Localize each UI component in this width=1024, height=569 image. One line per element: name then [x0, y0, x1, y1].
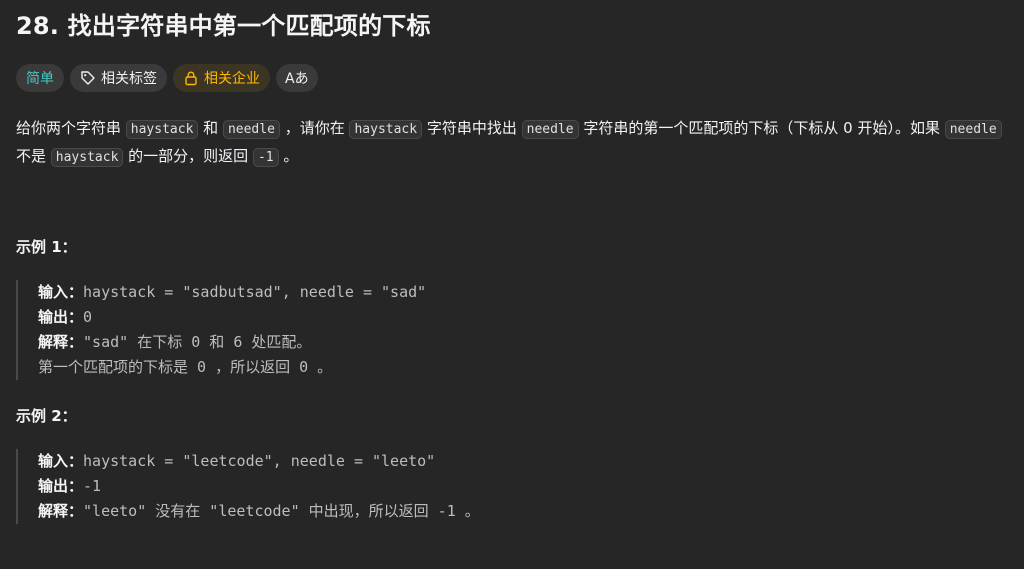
- inline-code-haystack: haystack: [349, 120, 423, 139]
- statement-text: 的一部分，则返回: [123, 147, 253, 165]
- example-2-title: 示例 2：: [16, 407, 77, 425]
- example-2-input: 输入：haystack = "leetcode", needle = "leet…: [38, 449, 480, 474]
- output-value: -1: [83, 477, 102, 495]
- inline-code-haystack: haystack: [125, 120, 199, 139]
- statement-text: 字符串的第一个匹配项的下标（下标从 0 开始）。如果: [578, 119, 945, 137]
- explanation-label: 解释：: [38, 333, 84, 351]
- inline-code-needle: needle: [521, 120, 579, 139]
- input-label: 输入：: [38, 283, 84, 301]
- difficulty-badge: 简单: [16, 64, 64, 92]
- statement-text: ，请你在: [279, 119, 350, 137]
- problem-title[interactable]: 28. 找出字符串中第一个匹配项的下标: [16, 8, 431, 44]
- example-1-output: 输出：0: [38, 305, 426, 330]
- tag-bar: 简单 相关标签 相关企业 Aあ: [16, 64, 318, 92]
- inline-code-needle: needle: [944, 120, 1002, 139]
- font-language-button[interactable]: Aあ: [276, 64, 318, 92]
- input-value: haystack = "leetcode", needle = "leeto": [83, 452, 436, 470]
- lock-icon: [183, 70, 199, 86]
- example-1-input: 输入：haystack = "sadbutsad", needle = "sad…: [38, 280, 426, 305]
- example-1-title: 示例 1：: [16, 238, 77, 256]
- example-1-block: 输入：haystack = "sadbutsad", needle = "sad…: [16, 280, 426, 380]
- statement-text: 给你两个字符串: [16, 119, 126, 137]
- problem-description-panel: 28. 找出字符串中第一个匹配项的下标 简单 相关标签 相关企业 Aあ 给你两个…: [0, 0, 1024, 569]
- output-label: 输出：: [38, 308, 84, 326]
- explanation-value: "leeto" 没有在 "leetcode" 中出现，所以返回 -1 。: [83, 502, 480, 520]
- example-2-explanation: 解释："leeto" 没有在 "leetcode" 中出现，所以返回 -1 。: [38, 499, 480, 524]
- example-1-explanation-2: 第一个匹配项的下标是 0 ，所以返回 0 。: [38, 358, 333, 376]
- example-1-explanation: 解释："sad" 在下标 0 和 6 处匹配。: [38, 330, 426, 355]
- explanation-label: 解释：: [38, 502, 84, 520]
- statement-text: 字符串中找出: [422, 119, 522, 137]
- output-value: 0: [83, 308, 93, 326]
- related-tags-label: 相关标签: [101, 71, 157, 87]
- related-tags-button[interactable]: 相关标签: [70, 64, 167, 92]
- input-label: 输入：: [38, 452, 84, 470]
- related-companies-button[interactable]: 相关企业: [173, 64, 270, 92]
- example-2-block: 输入：haystack = "leetcode", needle = "leet…: [16, 449, 480, 524]
- output-label: 输出：: [38, 477, 84, 495]
- tag-icon: [80, 70, 96, 86]
- statement-text: 。: [278, 147, 299, 165]
- translate-icon: Aあ: [285, 71, 309, 87]
- problem-statement: 给你两个字符串 haystack 和 needle ，请你在 haystack …: [16, 115, 1008, 171]
- related-companies-label: 相关企业: [204, 71, 260, 87]
- inline-code-minus-one: -1: [252, 148, 279, 167]
- inline-code-needle: needle: [222, 120, 280, 139]
- input-value: haystack = "sadbutsad", needle = "sad": [83, 283, 427, 301]
- inline-code-haystack: haystack: [50, 148, 124, 167]
- explanation-value: "sad" 在下标 0 和 6 处匹配。: [83, 333, 312, 351]
- statement-text: 和: [198, 119, 223, 137]
- statement-text: 不是: [16, 147, 51, 165]
- example-2-output: 输出：-1: [38, 474, 480, 499]
